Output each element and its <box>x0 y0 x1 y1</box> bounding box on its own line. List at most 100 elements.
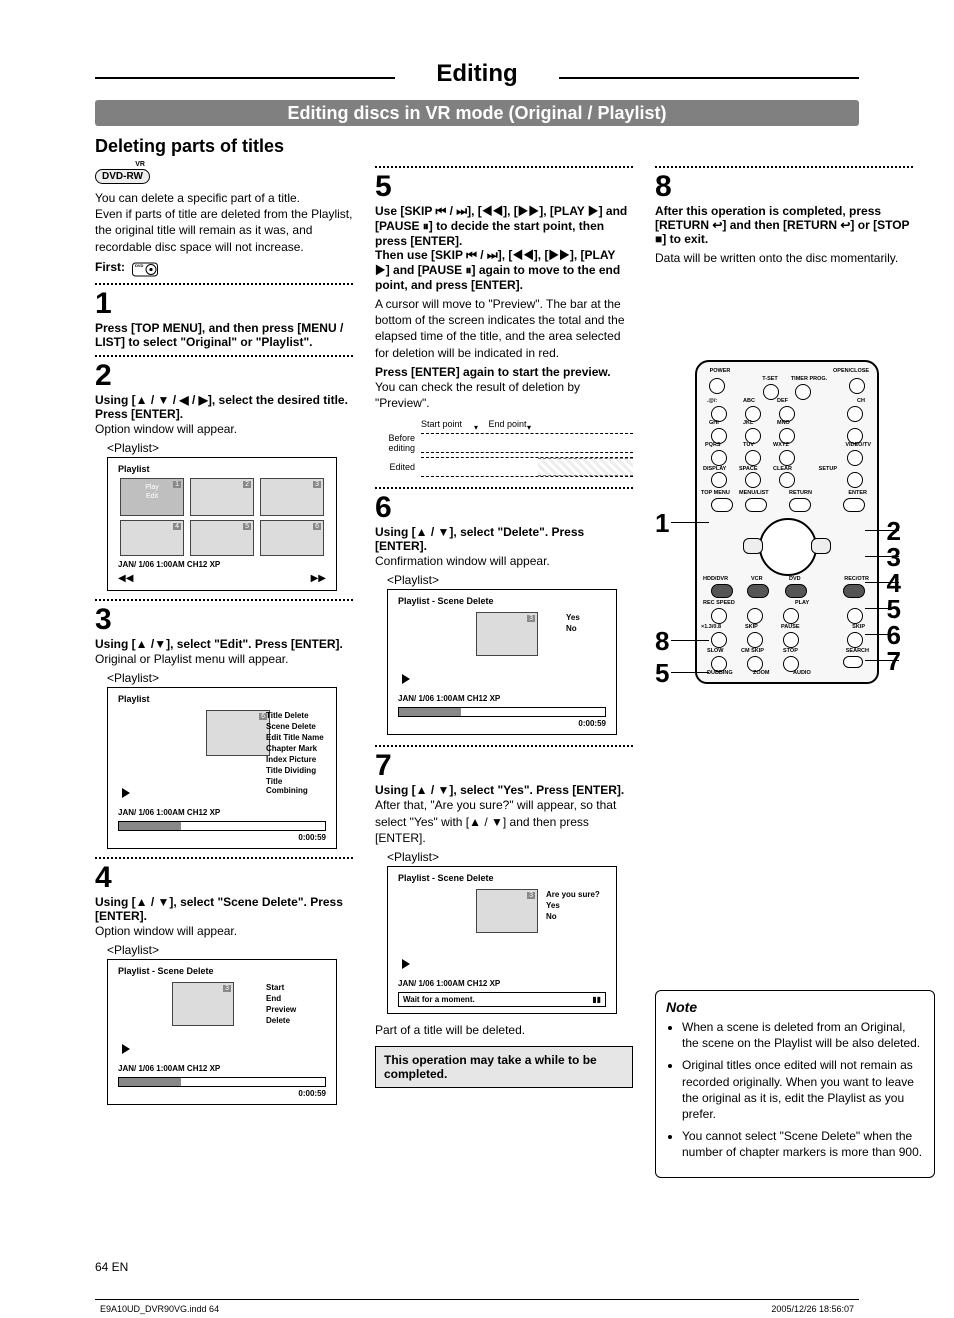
step-4-number: 4 <box>95 863 353 893</box>
scene-delete-title: Playlist - Scene Delete <box>118 966 332 976</box>
step-8-number: 8 <box>655 172 913 202</box>
intro-1: You can delete a specific part of a titl… <box>95 190 353 206</box>
rec-button[interactable] <box>847 472 863 488</box>
remote-openclose-label: OPEN/CLOSE <box>833 368 869 374</box>
pause-button[interactable] <box>783 632 799 648</box>
return-button[interactable] <box>789 498 811 512</box>
svg-text:DVD: DVD <box>135 263 144 268</box>
sure-thumb: 3 <box>476 889 538 933</box>
skipfwd-button[interactable] <box>847 632 863 648</box>
dvd-rw-badge: DVD-RW <box>95 169 150 184</box>
sure-info: JAN/ 1/06 1:00AM CH12 XP <box>398 979 612 988</box>
end-point-label: End point <box>489 419 527 429</box>
search-button[interactable] <box>843 656 863 668</box>
busy-icon: ▮▮ <box>592 995 601 1004</box>
dpad-ring[interactable] <box>759 518 817 576</box>
menu-item: Yes <box>546 900 606 911</box>
thumb-2: 2 <box>190 478 254 516</box>
step-1-title: Press [TOP MENU], and then press [MENU /… <box>95 321 353 349</box>
pager-right: ▶▶ <box>311 573 326 584</box>
note-box: Note When a scene is deleted from an Ori… <box>655 990 935 1178</box>
column-3: 8 After this operation is completed, pre… <box>655 166 913 266</box>
intro-2: Even if parts of title are deleted from … <box>95 206 353 255</box>
dpad-right[interactable] <box>811 538 831 554</box>
recotr-button[interactable] <box>843 584 865 598</box>
rlbl: WXYZ <box>773 442 789 448</box>
menu-item: Title Dividing <box>266 765 326 776</box>
step-4-title: Using [▲ / ▼], select "Scene Delete". Pr… <box>95 895 353 923</box>
page-header: Editing <box>95 60 859 94</box>
enter-button[interactable] <box>843 498 865 512</box>
rlbl: AUDIO <box>793 670 811 676</box>
remote-power-label: POWER <box>705 368 735 374</box>
dpad-left[interactable] <box>743 538 763 554</box>
rlbl: PLAY <box>795 600 809 606</box>
remote-callout-8: 8 <box>655 626 669 657</box>
recspeed-button[interactable] <box>711 608 727 624</box>
rlbl: PAUSE <box>781 624 800 630</box>
menu-item: Index Picture <box>266 754 326 765</box>
print-stamp: 2005/12/26 18:56:07 <box>771 1304 854 1314</box>
digit-9[interactable] <box>779 450 795 466</box>
delete-confirm-title: Playlist - Scene Delete <box>398 596 612 606</box>
sure-menu: Are you sure? Yes No <box>546 889 606 922</box>
step-3-number: 3 <box>95 605 353 635</box>
rlbl: JKL <box>743 420 753 426</box>
power-button[interactable] <box>709 378 725 394</box>
display-button[interactable] <box>711 472 727 488</box>
playlist-screen: Playlist 1PlayEdit 2 3 4 5 6 JAN/ 1/06 1… <box>107 457 337 591</box>
vcr-button[interactable] <box>747 584 769 598</box>
remote-area: 1 8 5 2 3 4 5 6 7 POWER OPEN/CLOSE T-SET… <box>655 360 913 690</box>
digit-8[interactable] <box>745 450 761 466</box>
remote-callout-5: 5 <box>655 658 669 689</box>
play-button[interactable] <box>783 608 799 624</box>
hdd-dvr-button[interactable] <box>711 584 733 598</box>
caption-playlist-5: <Playlist> <box>387 850 633 864</box>
topmenu-button[interactable] <box>711 498 733 512</box>
edit-menu-screen: Playlist 6 Title Delete Scene Delete Edi… <box>107 687 337 849</box>
rlbl: CLEAR <box>773 466 792 472</box>
videotv-button[interactable] <box>847 450 863 466</box>
rlbl: SLOW <box>707 648 724 654</box>
step-4-note: Option window will appear. <box>95 923 353 939</box>
ch-up-button[interactable] <box>847 406 863 422</box>
digit-0[interactable] <box>745 472 761 488</box>
step-2-title: Using [▲ / ▼ / ◀ / ▶], select the desire… <box>95 393 353 421</box>
ff-button[interactable] <box>847 608 863 624</box>
edit-menu-info: JAN/ 1/06 1:00AM CH12 XP <box>118 808 332 817</box>
speed-button[interactable] <box>711 632 727 648</box>
caption-playlist-4: <Playlist> <box>387 573 633 587</box>
menu-item: Yes <box>566 612 606 623</box>
menu-item: End <box>266 993 326 1004</box>
digit-7[interactable] <box>711 450 727 466</box>
rlbl: TOP MENU <box>701 490 730 496</box>
column-2: 5 Use [SKIP ⏮ / ⏭], [◀◀], [▶▶], [PLAY ▶]… <box>375 166 633 1088</box>
rlbl: SKIP <box>852 624 865 630</box>
skipback-button[interactable] <box>747 632 763 648</box>
menu-item: Title Combining <box>266 776 326 796</box>
scene-delete-info: JAN/ 1/06 1:00AM CH12 XP <box>118 1064 332 1073</box>
rlbl: SEARCH <box>846 648 869 654</box>
menu-item: Scene Delete <box>266 721 326 732</box>
clear-button[interactable] <box>779 472 795 488</box>
menu-item: Chapter Mark <box>266 743 326 754</box>
step-5-title: Use [SKIP ⏮ / ⏭], [◀◀], [▶▶], [PLAY ▶] a… <box>375 204 633 292</box>
rlbl: DVD <box>789 576 801 582</box>
step-5-p3: You can check the result of deletion by … <box>375 379 633 411</box>
timerprog-button[interactable] <box>795 384 811 400</box>
openclose-button[interactable] <box>849 378 865 394</box>
menu-item: Start <box>266 982 326 993</box>
step-7-title: Using [▲ / ▼], select "Yes". Press [ENTE… <box>375 783 633 797</box>
edit-menu-time: 0:00:59 <box>112 833 326 842</box>
note-title: Note <box>666 999 924 1015</box>
warn-box: This operation may take a while to be co… <box>375 1046 633 1088</box>
note-item: Original titles once edited will not rem… <box>682 1057 924 1122</box>
pager-left: ◀◀ <box>118 573 133 584</box>
menulist-button[interactable] <box>745 498 767 512</box>
delete-confirm-menu: Yes No <box>566 612 606 634</box>
menu-item: Edit Title Name <box>266 732 326 743</box>
rlbl: .@/: <box>707 398 717 404</box>
rew-button[interactable] <box>747 608 763 624</box>
note-item: When a scene is deleted from an Original… <box>682 1019 924 1051</box>
dvd-button[interactable] <box>785 584 807 598</box>
